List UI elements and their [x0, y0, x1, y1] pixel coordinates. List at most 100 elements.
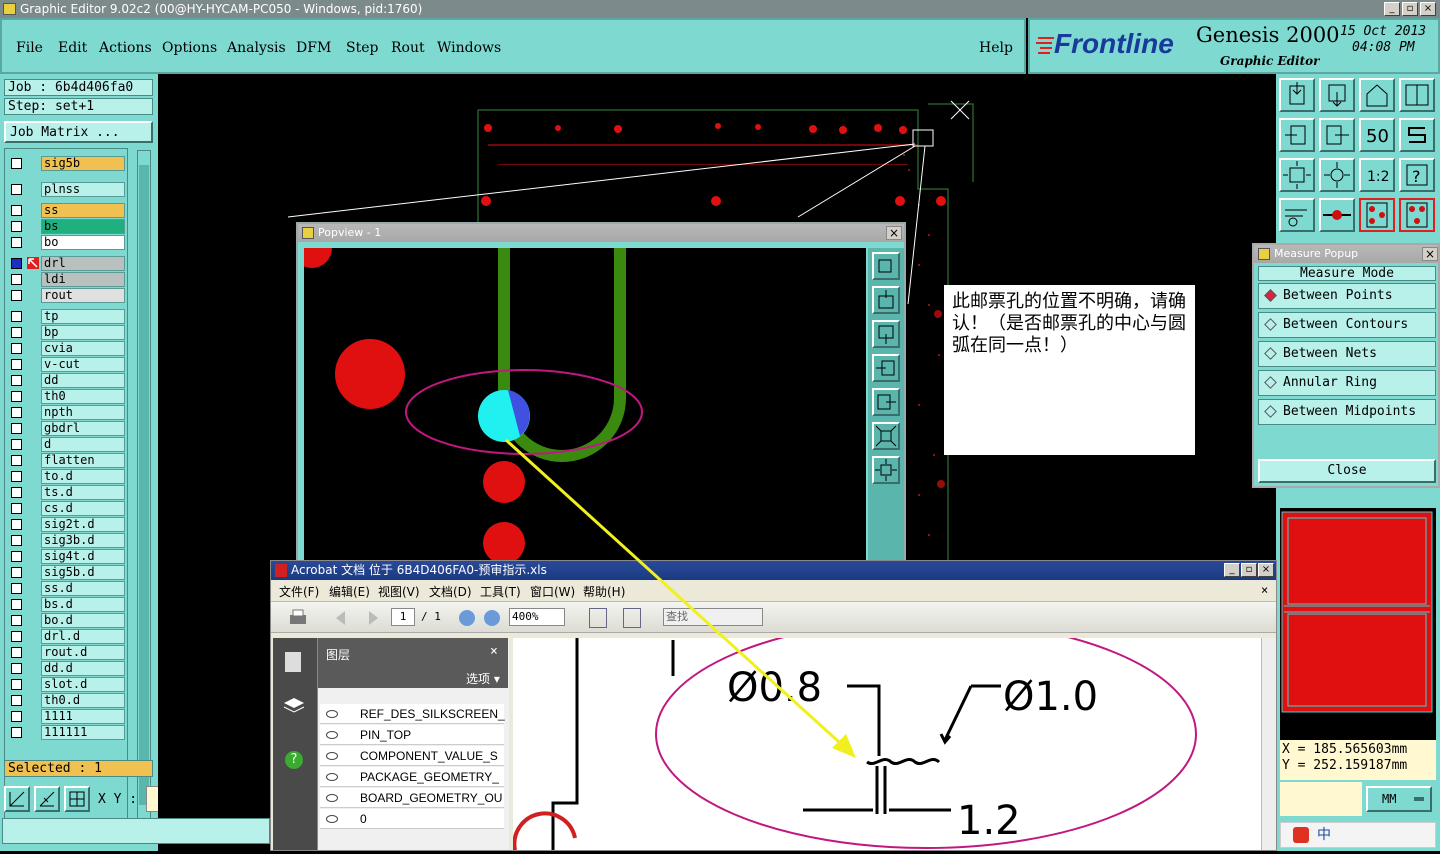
layer-checkbox[interactable] — [11, 359, 22, 370]
layer-row[interactable]: 111111 — [9, 725, 125, 740]
layer-row[interactable]: ss — [9, 203, 125, 218]
popview-canvas[interactable] — [304, 248, 866, 565]
layers-options-button[interactable]: 选项 ▾ — [466, 670, 500, 687]
eye-icon[interactable] — [326, 752, 338, 760]
layer-checkbox[interactable] — [11, 711, 22, 722]
layer-checkbox[interactable] — [11, 407, 22, 418]
layer-row[interactable]: tp — [9, 309, 125, 324]
layer-checkbox[interactable] — [11, 391, 22, 402]
toolbar-home-icon[interactable] — [1359, 78, 1395, 112]
minimize-button[interactable]: _ — [1384, 2, 1400, 16]
eye-icon[interactable] — [326, 773, 338, 781]
toolbar-s-icon[interactable] — [1399, 118, 1435, 152]
eye-icon[interactable] — [326, 794, 338, 802]
layer-row[interactable]: sig5b.d — [9, 565, 125, 580]
overview-map[interactable] — [1280, 508, 1436, 740]
layer-row[interactable]: v-cut — [9, 357, 125, 372]
layer-checkbox[interactable] — [11, 205, 22, 216]
help-icon[interactable]: ? — [285, 751, 303, 769]
layer-checkbox[interactable] — [11, 311, 22, 322]
popview-zoom-icon[interactable] — [872, 252, 900, 280]
layer-row[interactable]: ldi — [9, 272, 125, 287]
layer-row[interactable]: npth — [9, 405, 125, 420]
toolbar-fit-icon[interactable] — [1279, 158, 1315, 192]
layer-checkbox[interactable] — [11, 535, 22, 546]
layer-checkbox[interactable] — [11, 695, 22, 706]
toolbar-pan-left-icon[interactable] — [1279, 118, 1315, 152]
acro-menu-help[interactable]: 帮助(H) — [583, 583, 625, 600]
menu-file[interactable]: File — [16, 40, 43, 56]
layer-item[interactable]: 0 — [320, 809, 504, 829]
layer-checkbox[interactable] — [11, 439, 22, 450]
layer-row[interactable]: cvia — [9, 341, 125, 356]
layer-checkbox[interactable] — [11, 455, 22, 466]
next-page-icon[interactable] — [363, 608, 383, 628]
layer-checkbox[interactable] — [11, 615, 22, 626]
measure-option-between-nets[interactable]: Between Nets — [1258, 341, 1436, 367]
search-input[interactable]: 查找 — [663, 608, 763, 626]
prev-page-icon[interactable] — [331, 608, 351, 628]
layer-checkbox[interactable] — [11, 274, 22, 285]
layer-checkbox[interactable] — [11, 519, 22, 530]
zoom-level-select[interactable]: 400% — [509, 608, 565, 626]
document-scrollbar[interactable] — [1261, 638, 1276, 850]
layer-row[interactable]: th0.d — [9, 693, 125, 708]
layer-checkbox[interactable] — [11, 551, 22, 562]
layer-row[interactable]: sig4t.d — [9, 549, 125, 564]
layer-checkbox[interactable] — [11, 258, 22, 269]
acro-menu-edit[interactable]: 编辑(E) — [329, 583, 370, 600]
zoom-tool-icon[interactable] — [4, 786, 30, 812]
layer-item[interactable]: BOARD_GEOMETRY_OU — [320, 788, 504, 808]
measure-option-annular-ring[interactable]: Annular Ring — [1258, 370, 1436, 396]
menu-step[interactable]: Step — [346, 40, 378, 56]
layer-row[interactable]: 1111 — [9, 709, 125, 724]
scrollbar-thumb[interactable] — [139, 165, 149, 805]
popview-close-button[interactable]: × — [886, 226, 902, 240]
menu-options[interactable]: Options — [162, 40, 217, 56]
menu-rout[interactable]: Rout — [391, 40, 425, 56]
maximize-button[interactable]: ▫ — [1402, 2, 1418, 16]
toolbar-button-2-icon[interactable] — [1319, 78, 1355, 112]
job-matrix-button[interactable]: Job Matrix ... — [4, 121, 153, 143]
measure-option-between-midpoints[interactable]: Between Midpoints — [1258, 399, 1436, 425]
pages-icon[interactable] — [285, 652, 301, 672]
toolbar-palette-icon[interactable] — [1279, 198, 1315, 232]
layer-checkbox[interactable] — [11, 631, 22, 642]
layer-scrollbar[interactable] — [137, 150, 151, 826]
layer-checkbox[interactable] — [11, 503, 22, 514]
toolbar-net-icon[interactable] — [1359, 198, 1395, 232]
units-selector[interactable]: MM — [1366, 786, 1432, 812]
toolbar-help-icon[interactable]: ? — [1399, 158, 1435, 192]
popview-fit-icon[interactable] — [872, 422, 900, 450]
popview-right-icon[interactable] — [872, 388, 900, 416]
layer-checkbox[interactable] — [11, 375, 22, 386]
layer-row[interactable]: sig3b.d — [9, 533, 125, 548]
layer-row[interactable]: d — [9, 437, 125, 452]
layer-checkbox[interactable] — [11, 184, 22, 195]
menu-help[interactable]: Help — [979, 40, 1013, 56]
acrobat-close-button[interactable]: × — [1258, 563, 1274, 577]
eye-icon[interactable] — [326, 815, 338, 823]
toolbar-button-1-icon[interactable] — [1279, 78, 1315, 112]
menu-windows[interactable]: Windows — [437, 40, 501, 56]
menu-dfm[interactable]: DFM — [296, 40, 331, 56]
layer-item[interactable]: PIN_TOP — [320, 725, 504, 745]
layer-checkbox[interactable] — [11, 727, 22, 738]
acrobat-maximize-button[interactable]: ▫ — [1241, 563, 1257, 577]
layer-item[interactable]: REF_DES_SILKSCREEN_ — [320, 704, 505, 724]
layer-row[interactable]: ts.d — [9, 485, 125, 500]
layer-checkbox[interactable] — [11, 663, 22, 674]
menu-edit[interactable]: Edit — [58, 40, 87, 56]
page-number-input[interactable]: 1 — [391, 608, 415, 626]
acrobat-window[interactable]: Acrobat 文档 位于 6B4D406FA0-预审指示.xls _ ▫ × … — [270, 560, 1277, 851]
menu-analysis[interactable]: Analysis — [227, 40, 286, 56]
popview-left-icon[interactable] — [872, 354, 900, 382]
acro-menu-window[interactable]: 窗口(W) — [530, 583, 575, 600]
eye-icon[interactable] — [326, 710, 338, 718]
layer-checkbox[interactable] — [11, 471, 22, 482]
layer-row[interactable]: rout.d — [9, 645, 125, 660]
toolbar-center-icon[interactable] — [1319, 158, 1355, 192]
toolbar-net2-icon[interactable] — [1399, 198, 1435, 232]
layer-checkbox[interactable] — [11, 583, 22, 594]
layer-row[interactable]: bp — [9, 325, 125, 340]
